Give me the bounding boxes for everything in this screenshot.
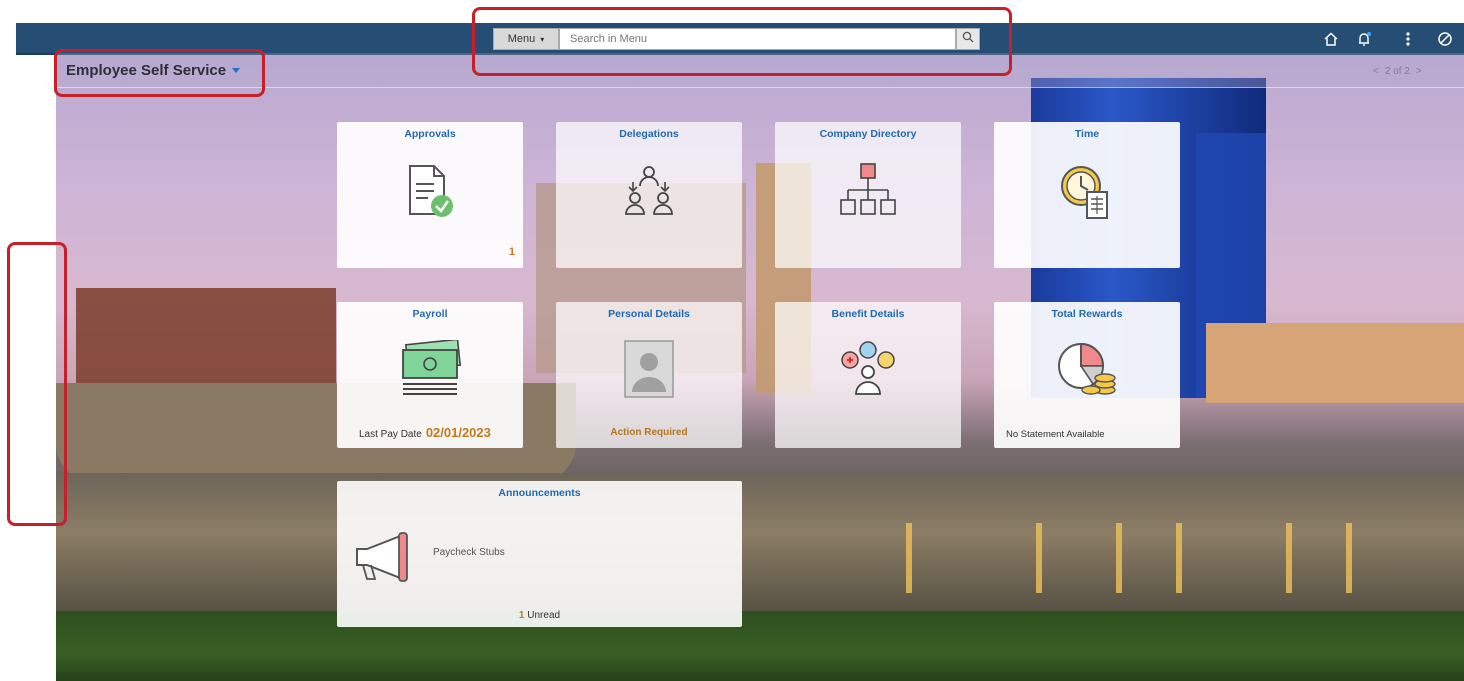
unread-count: 1 Unread: [337, 610, 742, 621]
more-options-icon[interactable]: [1399, 30, 1417, 48]
person-photo-icon: [624, 340, 674, 403]
clock-timesheet-icon: [1057, 162, 1117, 227]
tile-count: 1: [508, 246, 515, 258]
unread-label: Unread: [527, 610, 561, 621]
tile-approvals[interactable]: Approvals 1: [337, 122, 523, 268]
highlight-search-area: [472, 7, 1012, 76]
background-photo: [56, 53, 1464, 681]
pager-prev[interactable]: <: [1373, 66, 1379, 77]
page-pager: < 2 of 2 >: [1373, 66, 1422, 77]
org-chart-icon: [838, 162, 898, 223]
status-badge: Action Required: [610, 427, 688, 438]
navbar-icon[interactable]: [1436, 30, 1454, 48]
highlight-left-rail: [7, 242, 67, 526]
last-pay-date: Last Pay Date 02/01/2023: [359, 425, 491, 440]
pager-next[interactable]: >: [1416, 66, 1422, 77]
tile-company-directory[interactable]: Company Directory: [775, 122, 961, 268]
tile-title: Announcements: [498, 487, 581, 499]
tile-delegations[interactable]: Delegations: [556, 122, 742, 268]
tile-title: Time: [1074, 128, 1100, 140]
tile-total-rewards[interactable]: Total Rewards No Statement Available: [994, 302, 1180, 448]
last-pay-value: 02/01/2023: [425, 425, 491, 440]
tile-title: Total Rewards: [1051, 308, 1123, 320]
money-stack-icon: [399, 338, 462, 401]
tile-time[interactable]: Time: [994, 122, 1180, 268]
tile-title: Delegations: [619, 128, 679, 140]
delegation-people-icon: [619, 162, 679, 223]
tile-title: Personal Details: [608, 308, 690, 320]
bell-icon[interactable]: [1355, 30, 1373, 48]
tile-title: Benefit Details: [831, 308, 905, 320]
last-pay-label: Last Pay Date: [359, 429, 422, 440]
announcement-item[interactable]: Paycheck Stubs: [433, 547, 505, 558]
tile-payroll[interactable]: Payroll Last Pay Date 02/01/2023: [337, 302, 523, 448]
benefits-people-icon: [836, 340, 900, 401]
home-icon[interactable]: [1322, 30, 1340, 48]
tile-title: Approvals: [404, 128, 456, 140]
pager-label: 2 of 2: [1384, 66, 1410, 77]
tile-personal-details[interactable]: Personal Details Action Required: [556, 302, 742, 448]
tile-announcements[interactable]: Announcements Paycheck Stubs 1 Unread: [337, 481, 742, 627]
tile-title: Payroll: [412, 308, 448, 320]
status-text: No Statement Available: [1006, 429, 1105, 440]
unread-number: 1: [518, 610, 525, 621]
tile-benefit-details[interactable]: Benefit Details: [775, 302, 961, 448]
megaphone-icon: [351, 531, 415, 588]
document-check-icon: [400, 162, 460, 227]
highlight-homepage-title: [54, 49, 265, 97]
tile-title: Company Directory: [819, 128, 917, 140]
pie-chart-coins-icon: [1055, 340, 1119, 403]
